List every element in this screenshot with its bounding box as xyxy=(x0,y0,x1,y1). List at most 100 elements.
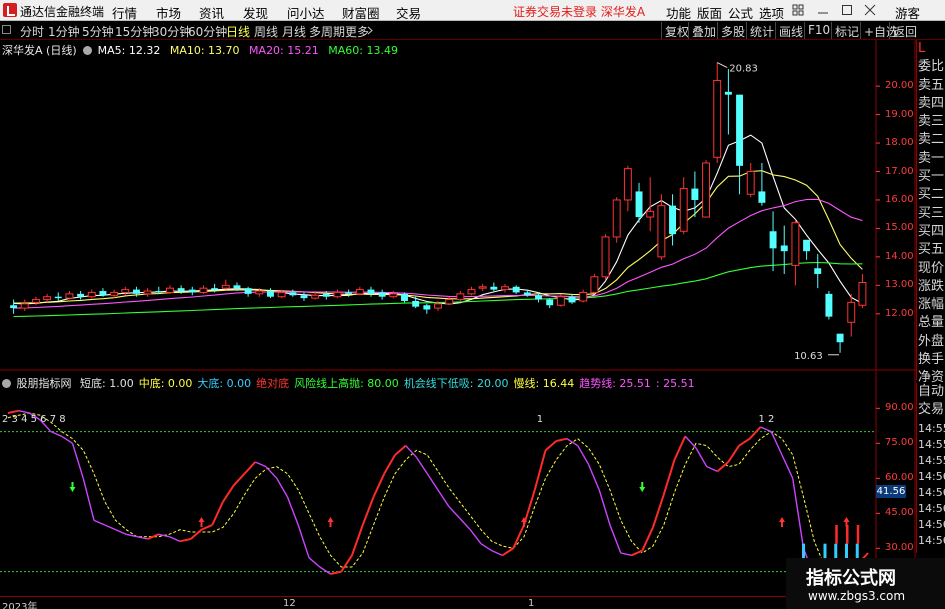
menu-item-gongshi[interactable]: 公式 xyxy=(728,3,753,22)
sidebar-item[interactable]: 卖五 xyxy=(917,77,945,95)
back-button[interactable]: 返回 xyxy=(889,22,920,39)
period-15min[interactable]: 15分钟 xyxy=(115,23,154,40)
sidebar-item[interactable]: 卖四 xyxy=(917,95,945,113)
overlay-button[interactable]: 叠加 xyxy=(688,22,719,39)
f10-button[interactable]: F10 xyxy=(804,22,833,39)
y-tick-label: 19.00 xyxy=(885,108,914,120)
sidebar-item[interactable]: 买四 xyxy=(917,223,945,241)
stock-title[interactable]: 深华发A (日线) xyxy=(2,44,77,57)
menu-item-jiaoyi[interactable]: 交易 xyxy=(396,3,421,22)
sidebar-item[interactable]: 涨幅 xyxy=(917,296,945,314)
x-axis: 2023年 12 1 xyxy=(0,596,916,609)
sidebar-trade[interactable]: 交易 xyxy=(917,401,945,419)
trend-line-segment xyxy=(749,426,762,440)
sidebar-item[interactable]: 委比 xyxy=(917,58,945,76)
period-60min[interactable]: 60分钟 xyxy=(188,23,227,40)
period-weekly[interactable]: 周线 xyxy=(254,23,278,40)
period-multi[interactable]: 多周期 xyxy=(309,23,345,40)
panel-toggle-icon[interactable] xyxy=(2,25,11,34)
trend-line-segment xyxy=(340,554,353,573)
period-fenshi[interactable]: 分时 xyxy=(20,23,44,40)
candle-body-up xyxy=(746,171,755,195)
trend-line-segment xyxy=(641,526,654,552)
minimize-icon[interactable] xyxy=(817,3,829,17)
menu-item-wenxiaoda[interactable]: 问小达 xyxy=(287,3,325,22)
indicator-settings-icon[interactable] xyxy=(2,379,11,388)
period-more[interactable]: 更多 xyxy=(345,23,369,40)
sidebar-item[interactable]: 买一 xyxy=(917,168,945,186)
mark-button[interactable]: 标记 xyxy=(831,22,862,39)
kline-chart[interactable]: 20.83 10.63 2 3 4 5 6 7 8 1 1 2 xyxy=(0,40,916,609)
draw-line-button[interactable]: 画线 xyxy=(775,22,806,39)
slow-line xyxy=(7,412,869,577)
period-monthly[interactable]: 月线 xyxy=(282,23,306,40)
sidebar-item[interactable]: 卖二 xyxy=(917,131,945,149)
y-tick-label: 15.00 xyxy=(885,222,914,234)
sidebar-item[interactable]: 买五 xyxy=(917,241,945,259)
candle-body-down xyxy=(512,286,520,293)
statistics-button[interactable]: 统计 xyxy=(746,22,777,39)
chevron-right-icon[interactable] xyxy=(367,26,374,35)
candle-body-up xyxy=(355,289,364,295)
indicator-y-tick: 60.00 xyxy=(885,472,914,484)
period-5min[interactable]: 5分钟 xyxy=(82,23,114,40)
trend-line-segment xyxy=(684,435,697,449)
candle-body-down xyxy=(211,288,219,290)
period-1min[interactable]: 1分钟 xyxy=(48,23,80,40)
sidebar-item[interactable]: 现价 xyxy=(917,260,945,278)
x-label-year: 2023年 xyxy=(2,602,38,609)
menu-item-zixun[interactable]: 资讯 xyxy=(199,3,224,22)
candle-body-up xyxy=(65,293,74,299)
trend-line-segment xyxy=(297,524,310,558)
grid-icon[interactable] xyxy=(792,3,804,17)
indicator-title[interactable]: 股朋指标网 xyxy=(17,377,72,390)
menu-item-gongneng[interactable]: 功能 xyxy=(666,3,691,22)
user-guest[interactable]: 游客 xyxy=(895,3,920,22)
time-item: 14:55 xyxy=(918,421,945,435)
candle-body-down xyxy=(546,299,554,306)
candle-body-down xyxy=(635,191,643,218)
trend-line-segment xyxy=(286,496,299,526)
settings-dot-icon[interactable] xyxy=(83,46,93,55)
sidebar-item[interactable]: 卖一 xyxy=(917,150,945,168)
y-tick-label: 17.00 xyxy=(885,165,914,177)
trade-login-warning[interactable]: 证券交易未登录 深华发A xyxy=(513,3,645,20)
candle-body-up xyxy=(20,303,29,309)
candle-body-up xyxy=(646,210,655,218)
sidebar-l-label[interactable]: L xyxy=(917,40,945,58)
trend-line-segment xyxy=(7,409,19,414)
menu-item-faxian[interactable]: 发现 xyxy=(243,3,268,22)
signal-number-label: 1 xyxy=(537,414,543,425)
sidebar-item[interactable]: 总量 xyxy=(917,314,945,332)
sidebar-item[interactable]: 买二 xyxy=(917,186,945,204)
indicator-legend-item: 趋势线: 25.51 xyxy=(579,377,651,390)
sidebar-item[interactable]: 外盘 xyxy=(917,333,945,351)
period-daily[interactable]: 日线 xyxy=(226,23,250,40)
ma10-legend: MA10: 13.70 xyxy=(169,44,240,57)
menu-item-hangqing[interactable]: 行情 xyxy=(112,3,137,22)
sidebar-item[interactable]: 买三 xyxy=(917,205,945,223)
trend-line-segment xyxy=(631,549,643,557)
maximize-icon[interactable] xyxy=(841,3,853,17)
trend-line-segment xyxy=(276,477,289,498)
close-icon[interactable] xyxy=(864,3,876,17)
sidebar-item[interactable]: 换手 xyxy=(917,351,945,369)
menu-item-caifuquan[interactable]: 财富圈 xyxy=(342,3,380,22)
menu-item-banmian[interactable]: 版面 xyxy=(697,3,722,22)
trend-line-segment xyxy=(652,494,665,528)
sidebar-auto[interactable]: 自动 xyxy=(917,383,945,401)
sell-arrow-icon xyxy=(639,482,646,492)
current-value-badge: 41.56 xyxy=(876,485,906,498)
candle-body-down xyxy=(669,205,677,235)
menu-item-xuanxiang[interactable]: 选项 xyxy=(759,3,784,22)
candle-body-up xyxy=(501,286,509,291)
candle-body-up xyxy=(590,276,599,293)
trend-line-segment xyxy=(254,461,267,468)
indicator-y-tick: 90.00 xyxy=(885,402,914,414)
period-30min[interactable]: 30分钟 xyxy=(152,23,191,40)
candle-body-up xyxy=(623,168,632,201)
menu-item-shichang[interactable]: 市场 xyxy=(156,3,181,22)
multi-stock-button[interactable]: 多股 xyxy=(717,22,748,39)
sidebar-item[interactable]: 涨跌 xyxy=(917,278,945,296)
sidebar-item[interactable]: 卖三 xyxy=(917,113,945,131)
